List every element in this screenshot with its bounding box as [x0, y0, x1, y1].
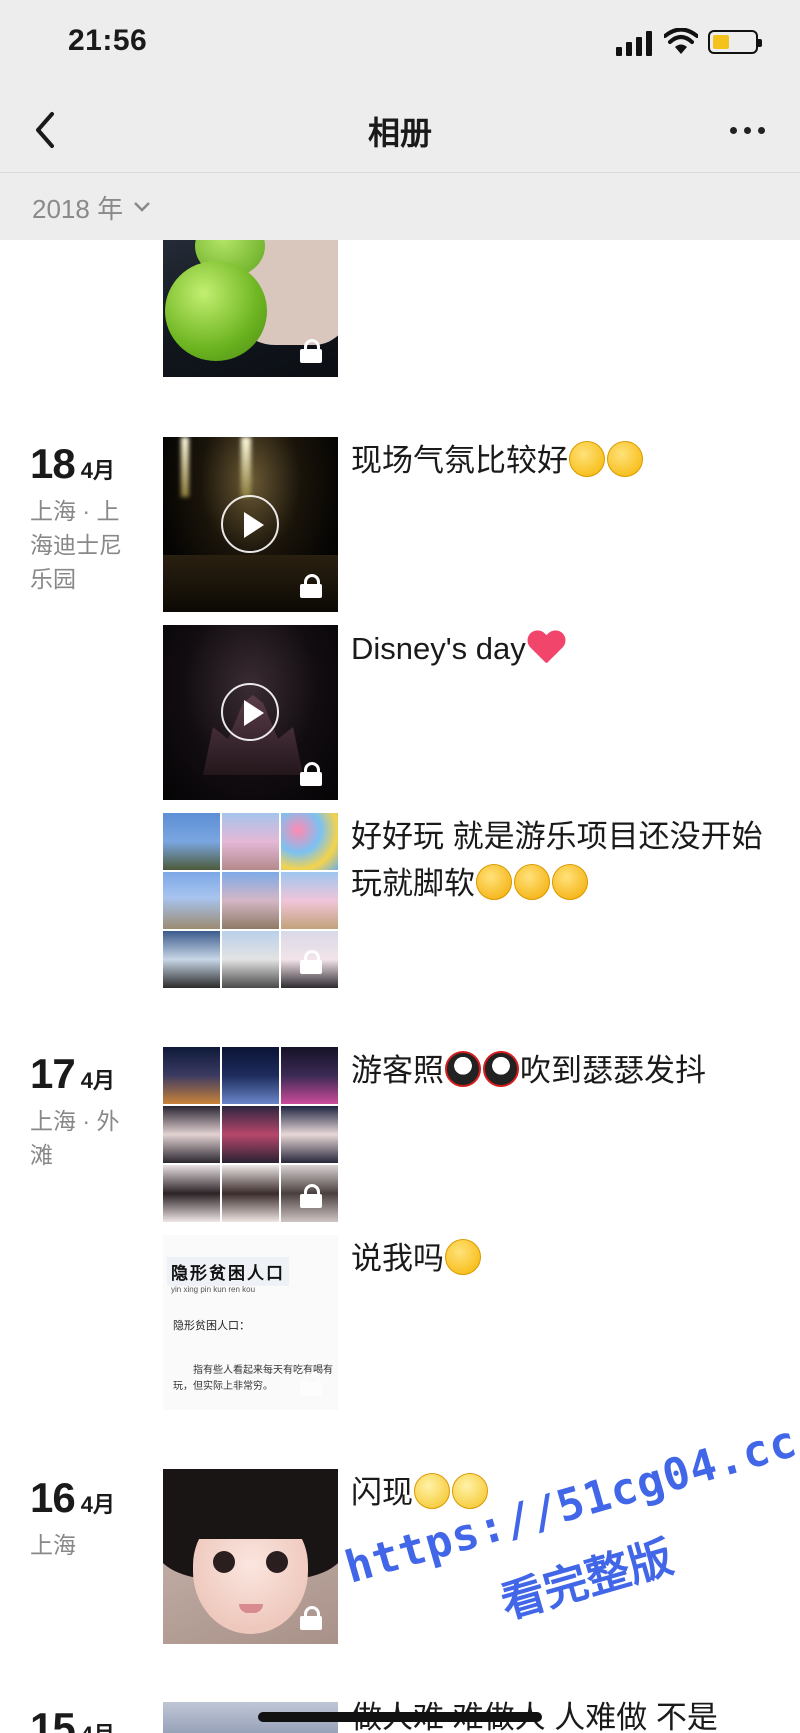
- doc-subtitle: 隐形贫困人口：: [173, 1319, 250, 1332]
- day-date: 17 4月: [30, 1050, 115, 1098]
- lock-icon: [300, 1372, 322, 1396]
- dizzy-face-icon: [452, 1473, 488, 1509]
- wifi-icon: [664, 28, 698, 54]
- day-location: 上海 · 外滩: [30, 1108, 120, 1168]
- photo-grid: [163, 1047, 338, 1222]
- top-bar: 21:56 相册 2018 年: [0, 0, 800, 240]
- video-thumbnail: [163, 437, 338, 612]
- day-location: 上海 · 上海迪士尼乐园: [30, 498, 122, 592]
- post-caption: 说我吗: [351, 1235, 781, 1282]
- year-label: 2018 年: [32, 193, 124, 224]
- photo-grid: [163, 813, 338, 988]
- lock-icon: [300, 1606, 322, 1630]
- post-caption: 现场气氛比较好: [351, 437, 781, 484]
- laughing-face-icon: [476, 864, 512, 900]
- day-location: 上海: [30, 1532, 76, 1558]
- status-bar: 21:56: [0, 0, 800, 90]
- thinking-face-icon: [607, 441, 643, 477]
- play-icon[interactable]: [221, 683, 279, 741]
- day-date: 18 4月: [30, 440, 115, 488]
- watermark-text: 看完整版: [495, 1531, 679, 1630]
- day-date: 16 4月: [30, 1474, 115, 1522]
- day-month: 4月: [80, 1068, 115, 1093]
- doc-title: 隐形贫困人口: [167, 1257, 289, 1286]
- photo-thumbnail: [163, 1469, 338, 1644]
- signal-icon: [616, 30, 654, 56]
- video-thumbnail: [163, 625, 338, 800]
- battery-icon: [708, 30, 762, 54]
- day-number: 16: [30, 1474, 76, 1521]
- post-caption: 游客照 吹到瑟瑟发抖: [351, 1051, 706, 1088]
- day-month: 4月: [80, 1492, 115, 1517]
- more-button[interactable]: [724, 112, 772, 148]
- lock-icon: [300, 762, 322, 786]
- thinking-face-icon: [569, 441, 605, 477]
- lock-icon: [300, 574, 322, 598]
- day-number: 15: [30, 1704, 76, 1733]
- nav-bar: 相册: [0, 90, 800, 170]
- laughing-face-icon: [552, 864, 588, 900]
- status-time: 21:56: [68, 24, 148, 57]
- dizzy-face-icon: [414, 1473, 450, 1509]
- day-month: 4月: [80, 458, 115, 483]
- home-indicator[interactable]: [258, 1712, 542, 1722]
- doc-pinyin: yin xing pin kun ren kou: [171, 1285, 256, 1294]
- day-number: 17: [30, 1050, 76, 1097]
- qq-penguin-icon: [483, 1051, 519, 1087]
- laughing-face-icon: [514, 864, 550, 900]
- year-filter-bar: 2018 年: [0, 172, 800, 240]
- qq-penguin-icon: [445, 1051, 481, 1087]
- post-caption: Disney's day: [351, 625, 781, 672]
- lock-icon: [300, 339, 322, 363]
- smiling-face-icon: [445, 1239, 481, 1275]
- day-month: 4月: [81, 1717, 115, 1733]
- post-caption: 好好玩 就是游乐项目还没开始玩就脚软: [351, 819, 763, 901]
- document-thumbnail: 隐形贫困人口 yin xing pin kun ren kou 隐形贫困人口： …: [163, 1235, 338, 1410]
- play-icon[interactable]: [221, 495, 279, 553]
- day-number: 18: [30, 440, 76, 487]
- lock-icon: [300, 1184, 322, 1208]
- lock-icon: [300, 950, 322, 974]
- day-date: 15 4月: [30, 1704, 115, 1733]
- post-caption: 闪现: [351, 1469, 781, 1516]
- year-selector[interactable]: 2018 年: [32, 189, 151, 225]
- chevron-down-icon: [134, 202, 150, 212]
- heart-icon: [527, 631, 565, 665]
- page-title: 相册: [367, 115, 432, 151]
